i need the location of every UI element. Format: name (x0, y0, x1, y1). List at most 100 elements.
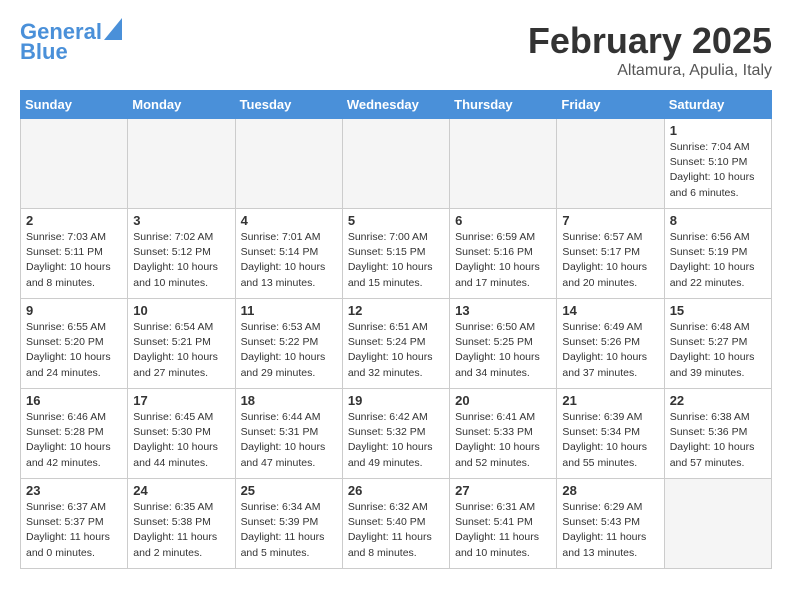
day-info: Sunrise: 6:42 AM Sunset: 5:32 PM Dayligh… (348, 410, 444, 471)
day-number: 14 (562, 303, 658, 318)
calendar-day-cell: 5 Sunrise: 7:00 AM Sunset: 5:15 PM Daylig… (342, 209, 449, 299)
calendar-day-cell (557, 119, 664, 209)
day-number: 3 (133, 213, 229, 228)
calendar-day-cell: 21 Sunrise: 6:39 AM Sunset: 5:34 PM Dayli… (557, 389, 664, 479)
calendar-day-cell: 14 Sunrise: 6:49 AM Sunset: 5:26 PM Dayli… (557, 299, 664, 389)
day-info: Sunrise: 6:51 AM Sunset: 5:24 PM Dayligh… (348, 320, 444, 381)
calendar-day-cell: 27 Sunrise: 6:31 AM Sunset: 5:41 PM Dayli… (450, 479, 557, 569)
calendar-day-cell (664, 479, 771, 569)
day-number: 11 (241, 303, 337, 318)
calendar-week-row: 9Sunrise: 6:55 AM Sunset: 5:20 PM Daylig… (21, 299, 772, 389)
day-info: Sunrise: 7:03 AM Sunset: 5:11 PM Dayligh… (26, 230, 122, 291)
day-number: 20 (455, 393, 551, 408)
calendar-day-cell: 25Sunrise: 6:34 AM Sunset: 5:39 PM Dayli… (235, 479, 342, 569)
calendar-day-cell: 2 Sunrise: 7:03 AM Sunset: 5:11 PM Daylig… (21, 209, 128, 299)
day-info: Sunrise: 6:48 AM Sunset: 5:27 PM Dayligh… (670, 320, 766, 381)
day-number: 9 (26, 303, 122, 318)
calendar-day-cell (450, 119, 557, 209)
logo: General Blue (20, 20, 122, 64)
calendar-table: SundayMondayTuesdayWednesdayThursdayFrid… (20, 90, 772, 569)
title-block: February 2025 Altamura, Apulia, Italy (528, 20, 772, 80)
calendar-day-cell: 3 Sunrise: 7:02 AM Sunset: 5:12 PM Daylig… (128, 209, 235, 299)
calendar-day-cell: 7 Sunrise: 6:57 AM Sunset: 5:17 PM Daylig… (557, 209, 664, 299)
calendar-day-cell: 19Sunrise: 6:42 AM Sunset: 5:32 PM Dayli… (342, 389, 449, 479)
calendar-title: February 2025 (528, 20, 772, 62)
calendar-day-cell: 9Sunrise: 6:55 AM Sunset: 5:20 PM Daylig… (21, 299, 128, 389)
day-info: Sunrise: 6:54 AM Sunset: 5:21 PM Dayligh… (133, 320, 229, 381)
day-number: 23 (26, 483, 122, 498)
calendar-day-cell: 18 Sunrise: 6:44 AM Sunset: 5:31 PM Dayli… (235, 389, 342, 479)
day-info: Sunrise: 6:53 AM Sunset: 5:22 PM Dayligh… (241, 320, 337, 381)
calendar-day-cell (342, 119, 449, 209)
day-number: 16 (26, 393, 122, 408)
day-info: Sunrise: 7:01 AM Sunset: 5:14 PM Dayligh… (241, 230, 337, 291)
weekday-header-sunday: Sunday (21, 91, 128, 119)
day-number: 28 (562, 483, 658, 498)
calendar-day-cell: 11 Sunrise: 6:53 AM Sunset: 5:22 PM Dayli… (235, 299, 342, 389)
day-info: Sunrise: 6:45 AM Sunset: 5:30 PM Dayligh… (133, 410, 229, 471)
day-number: 5 (348, 213, 444, 228)
day-number: 2 (26, 213, 122, 228)
day-info: Sunrise: 6:31 AM Sunset: 5:41 PM Dayligh… (455, 500, 551, 561)
day-info: Sunrise: 6:29 AM Sunset: 5:43 PM Dayligh… (562, 500, 658, 561)
day-info: Sunrise: 7:04 AM Sunset: 5:10 PM Dayligh… (670, 140, 766, 201)
day-number: 22 (670, 393, 766, 408)
calendar-week-row: 2 Sunrise: 7:03 AM Sunset: 5:11 PM Daylig… (21, 209, 772, 299)
day-number: 7 (562, 213, 658, 228)
day-info: Sunrise: 6:32 AM Sunset: 5:40 PM Dayligh… (348, 500, 444, 561)
day-number: 26 (348, 483, 444, 498)
calendar-day-cell: 12 Sunrise: 6:51 AM Sunset: 5:24 PM Dayli… (342, 299, 449, 389)
day-number: 4 (241, 213, 337, 228)
day-info: Sunrise: 7:02 AM Sunset: 5:12 PM Dayligh… (133, 230, 229, 291)
day-number: 8 (670, 213, 766, 228)
day-info: Sunrise: 6:37 AM Sunset: 5:37 PM Dayligh… (26, 500, 122, 561)
calendar-day-cell: 24 Sunrise: 6:35 AM Sunset: 5:38 PM Dayli… (128, 479, 235, 569)
calendar-day-cell: 15Sunrise: 6:48 AM Sunset: 5:27 PM Dayli… (664, 299, 771, 389)
day-number: 24 (133, 483, 229, 498)
calendar-day-cell: 23 Sunrise: 6:37 AM Sunset: 5:37 PM Dayli… (21, 479, 128, 569)
day-info: Sunrise: 6:46 AM Sunset: 5:28 PM Dayligh… (26, 410, 122, 471)
calendar-day-cell: 22 Sunrise: 6:38 AM Sunset: 5:36 PM Dayli… (664, 389, 771, 479)
calendar-day-cell: 17 Sunrise: 6:45 AM Sunset: 5:30 PM Dayli… (128, 389, 235, 479)
day-info: Sunrise: 6:44 AM Sunset: 5:31 PM Dayligh… (241, 410, 337, 471)
calendar-week-row: 1Sunrise: 7:04 AM Sunset: 5:10 PM Daylig… (21, 119, 772, 209)
day-info: Sunrise: 6:38 AM Sunset: 5:36 PM Dayligh… (670, 410, 766, 471)
calendar-day-cell (21, 119, 128, 209)
calendar-day-cell: 13 Sunrise: 6:50 AM Sunset: 5:25 PM Dayli… (450, 299, 557, 389)
calendar-day-cell: 6 Sunrise: 6:59 AM Sunset: 5:16 PM Daylig… (450, 209, 557, 299)
day-number: 13 (455, 303, 551, 318)
calendar-day-cell: 4 Sunrise: 7:01 AM Sunset: 5:14 PM Daylig… (235, 209, 342, 299)
day-number: 21 (562, 393, 658, 408)
day-info: Sunrise: 6:56 AM Sunset: 5:19 PM Dayligh… (670, 230, 766, 291)
day-info: Sunrise: 6:50 AM Sunset: 5:25 PM Dayligh… (455, 320, 551, 381)
day-number: 27 (455, 483, 551, 498)
calendar-day-cell: 16 Sunrise: 6:46 AM Sunset: 5:28 PM Dayli… (21, 389, 128, 479)
weekday-header-saturday: Saturday (664, 91, 771, 119)
weekday-header-row: SundayMondayTuesdayWednesdayThursdayFrid… (21, 91, 772, 119)
day-number: 17 (133, 393, 229, 408)
day-info: Sunrise: 6:49 AM Sunset: 5:26 PM Dayligh… (562, 320, 658, 381)
day-info: Sunrise: 6:34 AM Sunset: 5:39 PM Dayligh… (241, 500, 337, 561)
weekday-header-friday: Friday (557, 91, 664, 119)
day-info: Sunrise: 7:00 AM Sunset: 5:15 PM Dayligh… (348, 230, 444, 291)
day-info: Sunrise: 6:35 AM Sunset: 5:38 PM Dayligh… (133, 500, 229, 561)
logo-blue-text: Blue (20, 40, 68, 64)
day-number: 10 (133, 303, 229, 318)
calendar-day-cell: 20Sunrise: 6:41 AM Sunset: 5:33 PM Dayli… (450, 389, 557, 479)
calendar-week-row: 23 Sunrise: 6:37 AM Sunset: 5:37 PM Dayli… (21, 479, 772, 569)
day-number: 12 (348, 303, 444, 318)
calendar-day-cell (235, 119, 342, 209)
calendar-week-row: 16 Sunrise: 6:46 AM Sunset: 5:28 PM Dayli… (21, 389, 772, 479)
calendar-day-cell (128, 119, 235, 209)
day-number: 6 (455, 213, 551, 228)
weekday-header-wednesday: Wednesday (342, 91, 449, 119)
weekday-header-tuesday: Tuesday (235, 91, 342, 119)
calendar-day-cell: 1Sunrise: 7:04 AM Sunset: 5:10 PM Daylig… (664, 119, 771, 209)
day-number: 18 (241, 393, 337, 408)
calendar-day-cell: 8 Sunrise: 6:56 AM Sunset: 5:19 PM Daylig… (664, 209, 771, 299)
day-info: Sunrise: 6:39 AM Sunset: 5:34 PM Dayligh… (562, 410, 658, 471)
calendar-day-cell: 10 Sunrise: 6:54 AM Sunset: 5:21 PM Dayli… (128, 299, 235, 389)
weekday-header-thursday: Thursday (450, 91, 557, 119)
day-info: Sunrise: 6:59 AM Sunset: 5:16 PM Dayligh… (455, 230, 551, 291)
day-info: Sunrise: 6:57 AM Sunset: 5:17 PM Dayligh… (562, 230, 658, 291)
